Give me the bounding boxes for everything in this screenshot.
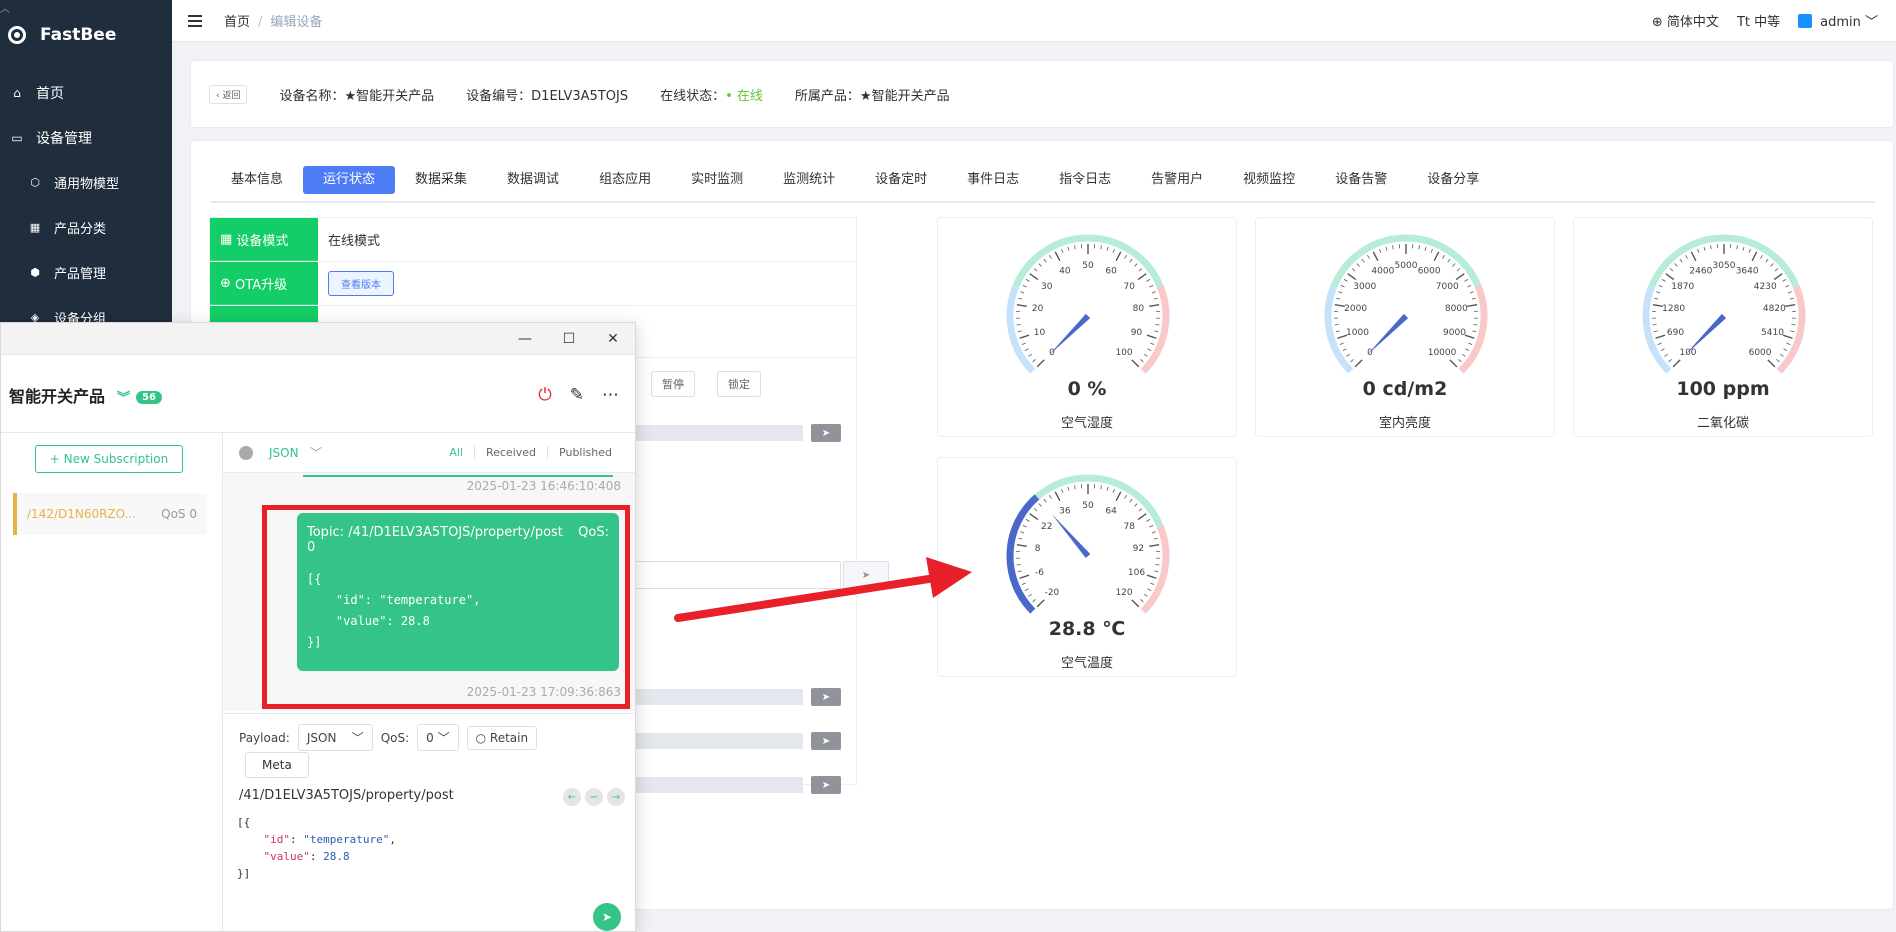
annotation-arrow-icon (674, 557, 972, 622)
